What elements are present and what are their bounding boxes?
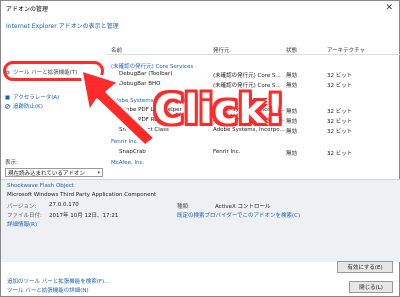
show-label: 表示: <box>5 160 18 166</box>
close-icon[interactable]: ✕ <box>385 3 393 13</box>
tracking-icon <box>5 103 10 109</box>
version-value: 27.0.0.170 <box>49 202 79 208</box>
show-filter-value: 現在読み込まれているアドオン <box>8 170 85 177</box>
sidebar-item-label: 追跡防止(K) <box>13 104 43 110</box>
sidebar-item-accelerators[interactable]: アクセラレータ(A) <box>5 93 59 101</box>
show-filter-select[interactable]: 現在読み込まれているアドオン ▾ <box>5 168 103 177</box>
row-architecture: 32 ビット <box>327 129 353 135</box>
pointer-arrow-icon <box>79 68 157 146</box>
type-value: ActiveX コントロール <box>215 204 271 210</box>
row-status: 無効 <box>286 129 298 135</box>
column-header-name[interactable]: 名前 <box>111 45 122 54</box>
row-architecture: 32 ビット <box>327 119 353 125</box>
accelerator-icon <box>5 95 10 99</box>
close-button[interactable]: 閉じる(L) <box>349 281 393 293</box>
details-subtitle: Microsoft Windows Third Party Applicatio… <box>7 192 157 198</box>
sidebar-item-label: アクセラレータ(A) <box>13 95 60 101</box>
date-label: ファイル日付: <box>7 213 42 219</box>
more-info-link[interactable]: 詳細情報(R) <box>7 220 37 228</box>
row-publisher: (未確認の発行元) Core S... <box>213 73 281 79</box>
click-callout: Click! <box>154 87 286 133</box>
search-addon-link[interactable]: 既定の検索プロバイダーでこのアドオンを検索(C) <box>177 211 300 219</box>
type-label: 種類: <box>177 204 190 210</box>
row-status: 無効 <box>286 73 298 79</box>
title-bar: アドオンの管理 <box>1 1 399 15</box>
column-header-architecture[interactable]: アーキテクチャ <box>327 45 365 54</box>
row-status: 無効 <box>286 151 298 157</box>
row-status: 無効 <box>286 109 298 115</box>
row-architecture: 32 ビット <box>327 109 353 115</box>
column-header-status[interactable]: 状態 <box>286 45 297 54</box>
row-name: SnapCrab <box>119 149 146 155</box>
version-label: バージョン: <box>7 204 37 210</box>
header-divider <box>107 54 400 55</box>
learn-more-link[interactable]: ツール バーと拡張機能の詳細(N) <box>7 286 89 294</box>
row-publisher: Fenrir Inc. <box>213 149 241 155</box>
row-status: 無効 <box>286 83 298 89</box>
column-header-publisher[interactable]: 発行元 <box>213 45 230 54</box>
addon-manager-window: アドオンの管理 ✕ Internet Explorer アドオンの表示と管理 ツ… <box>0 0 400 297</box>
sidebar-item-tracking[interactable]: 追跡防止(K) <box>5 102 43 110</box>
row-architecture: 32 ビット <box>327 73 353 79</box>
row-architecture: 32 ビット <box>327 83 353 89</box>
group-header: McAfee, Inc. <box>111 160 145 166</box>
chevron-down-icon: ▾ <box>97 170 100 176</box>
details-addon-name: Shockwave Flash Object <box>7 183 74 189</box>
row-status: 無効 <box>286 119 298 125</box>
row-architecture: 32 ビット <box>327 151 353 157</box>
header-link[interactable]: Internet Explorer アドオンの表示と管理 <box>6 21 119 30</box>
enable-button[interactable]: 有効にする(E) <box>337 261 393 273</box>
date-value: 2017年 10月 12日、17:21 <box>49 213 119 219</box>
find-more-link[interactable]: 追加のツール バーと拡張機能を検索(F)... <box>7 277 109 285</box>
window-title: アドオンの管理 <box>6 5 49 13</box>
